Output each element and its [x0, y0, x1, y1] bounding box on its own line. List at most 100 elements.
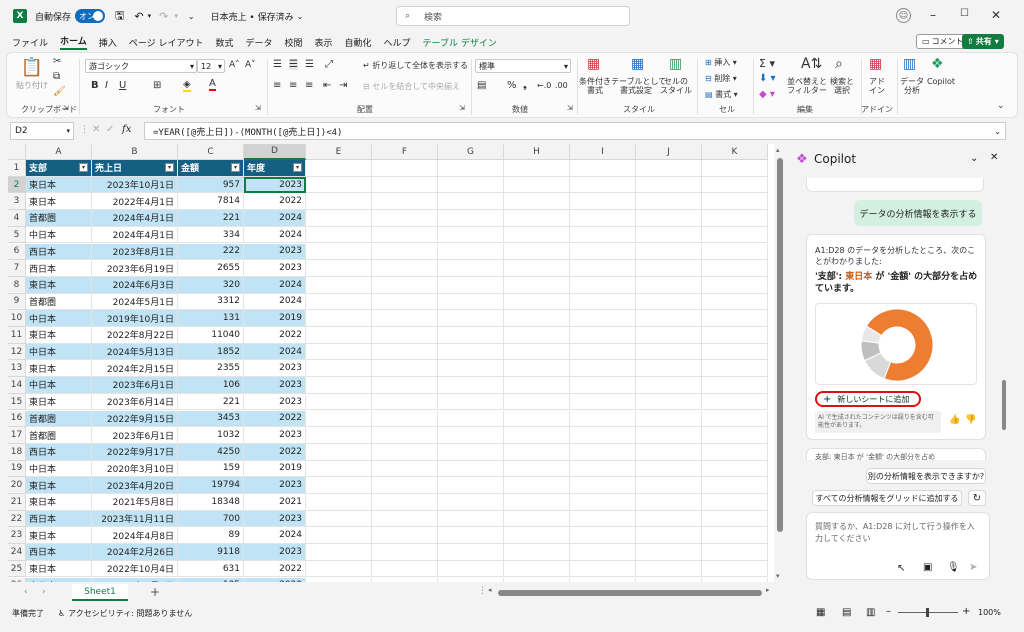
- analyze-data-icon[interactable]: ▥: [903, 56, 916, 72]
- empty-cell[interactable]: [438, 226, 504, 244]
- customize-qat-icon[interactable]: ⌄: [188, 12, 195, 21]
- empty-cell[interactable]: [504, 427, 570, 444]
- empty-cell[interactable]: [570, 243, 636, 261]
- cancel-formula-icon[interactable]: ✕: [92, 124, 100, 135]
- row-header[interactable]: 24: [8, 544, 26, 561]
- table-row-cell[interactable]: 首都圏: [26, 410, 92, 428]
- empty-cell[interactable]: [636, 193, 702, 211]
- vertical-scroll-thumb[interactable]: [777, 158, 783, 532]
- empty-cell[interactable]: [306, 577, 372, 582]
- empty-cell[interactable]: [702, 443, 768, 461]
- table-row-cell[interactable]: 首都圏: [26, 293, 92, 311]
- row-header[interactable]: 26: [8, 577, 26, 582]
- empty-cell[interactable]: [702, 577, 768, 582]
- table-row-cell[interactable]: 2019年10月1日: [92, 310, 178, 327]
- empty-cell[interactable]: [702, 560, 768, 578]
- empty-cell[interactable]: [636, 460, 702, 478]
- table-row-cell[interactable]: 2023: [244, 260, 306, 277]
- empty-cell[interactable]: [636, 410, 702, 428]
- maximize-icon[interactable]: ☐: [960, 8, 969, 19]
- table-row-cell[interactable]: 2024年2月26日: [92, 544, 178, 561]
- empty-cell[interactable]: [636, 393, 702, 411]
- row-header[interactable]: 10: [8, 310, 26, 327]
- empty-cell[interactable]: [306, 494, 372, 511]
- empty-cell[interactable]: [636, 427, 702, 444]
- empty-cell[interactable]: [702, 260, 768, 277]
- table-row-cell[interactable]: 2022年9月15日: [92, 410, 178, 428]
- insert-cells-button[interactable]: ⊞ 挿入 ▾: [705, 57, 737, 68]
- table-row-cell[interactable]: 1032: [178, 427, 244, 444]
- empty-cell[interactable]: [306, 460, 372, 478]
- conditional-format-icon[interactable]: ▦: [587, 56, 600, 72]
- addins-icon[interactable]: ▦: [869, 56, 882, 72]
- page-break-view-icon[interactable]: ▥: [866, 607, 875, 618]
- table-row-cell[interactable]: 2655: [178, 260, 244, 277]
- row-header[interactable]: 12: [8, 343, 26, 361]
- zoom-in-icon[interactable]: +: [962, 606, 970, 617]
- empty-cell[interactable]: [570, 577, 636, 582]
- table-row-cell[interactable]: 131: [178, 310, 244, 327]
- font-name-dropdown[interactable]: 游ゴシック ▾: [85, 59, 197, 73]
- table-row-cell[interactable]: 2023: [244, 176, 306, 194]
- scroll-up-icon[interactable]: ▴: [776, 146, 780, 154]
- empty-cell[interactable]: [504, 494, 570, 511]
- column-header-D[interactable]: D: [244, 144, 306, 160]
- empty-cell[interactable]: [636, 560, 702, 578]
- empty-cell[interactable]: [438, 477, 504, 494]
- empty-cell[interactable]: [372, 327, 438, 344]
- row-header[interactable]: 16: [8, 410, 26, 428]
- empty-cell[interactable]: [504, 360, 570, 378]
- indent-decrease-icon[interactable]: ⇤: [323, 80, 331, 91]
- align-center-icon[interactable]: ≡: [289, 80, 297, 91]
- table-row-cell[interactable]: 2024: [244, 276, 306, 294]
- row-header[interactable]: 17: [8, 427, 26, 444]
- refresh-suggestions-icon[interactable]: ↻: [968, 490, 986, 506]
- empty-cell[interactable]: [570, 310, 636, 327]
- name-box[interactable]: D2 ▾: [10, 122, 74, 140]
- table-row-cell[interactable]: 2023年6月14日: [92, 393, 178, 411]
- row-header[interactable]: 7: [8, 260, 26, 277]
- table-row-cell[interactable]: 2021年5月8日: [92, 494, 178, 511]
- merge-center-button[interactable]: ⊟ セルを結合して中央揃え: [363, 81, 460, 92]
- empty-cell[interactable]: [306, 427, 372, 444]
- empty-cell[interactable]: [438, 494, 504, 511]
- insert-function-icon[interactable]: fx: [122, 124, 131, 135]
- empty-cell[interactable]: [570, 460, 636, 478]
- orientation-icon[interactable]: ⤢: [325, 59, 333, 70]
- empty-cell[interactable]: [504, 560, 570, 578]
- currency-icon[interactable]: ▤: [477, 80, 486, 91]
- table-row-cell[interactable]: 2022年9月17日: [92, 443, 178, 461]
- table-row-cell[interactable]: 首都圏: [26, 427, 92, 444]
- table-row-cell[interactable]: 700: [178, 510, 244, 528]
- decrease-decimal-icon[interactable]: .00: [555, 81, 568, 90]
- suggestion-add-all-insights[interactable]: すべての分析情報をグリッドに追加する: [812, 490, 962, 506]
- empty-cell[interactable]: [372, 210, 438, 227]
- empty-cell[interactable]: [372, 293, 438, 311]
- table-row-cell[interactable]: 2022: [244, 443, 306, 461]
- table-row-cell[interactable]: 2024年2月15日: [92, 360, 178, 378]
- table-row-cell[interactable]: 2024: [244, 343, 306, 361]
- empty-cell[interactable]: [438, 210, 504, 227]
- align-bottom-icon[interactable]: ☰: [305, 59, 314, 70]
- table-row-cell[interactable]: 2020年3月10日: [92, 460, 178, 478]
- table-row-cell[interactable]: 2023年6月1日: [92, 377, 178, 394]
- empty-cell[interactable]: [636, 343, 702, 361]
- row-header[interactable]: 9: [8, 293, 26, 311]
- tab-8[interactable]: 自動化: [345, 36, 372, 49]
- empty-cell[interactable]: [372, 260, 438, 277]
- table-row-cell[interactable]: 2023年8月1日: [92, 243, 178, 261]
- table-row-cell[interactable]: 2023: [244, 243, 306, 261]
- empty-cell[interactable]: [636, 210, 702, 227]
- column-header-K[interactable]: K: [702, 144, 768, 160]
- wrap-text-button[interactable]: ↵ 折り返して全体を表示する: [363, 60, 468, 71]
- empty-cell[interactable]: [438, 427, 504, 444]
- more-options-icon[interactable]: ⋮: [80, 125, 89, 135]
- empty-cell[interactable]: [636, 494, 702, 511]
- empty-cell[interactable]: [702, 360, 768, 378]
- empty-cell[interactable]: [636, 276, 702, 294]
- font-launcher-icon[interactable]: ⇲: [255, 104, 261, 112]
- table-row-cell[interactable]: 中日本: [26, 343, 92, 361]
- empty-cell[interactable]: [504, 393, 570, 411]
- formula-input[interactable]: =YEAR([@売上日])-(MONTH([@売上日])<4) ⌄: [144, 122, 1006, 140]
- empty-cell[interactable]: [504, 210, 570, 227]
